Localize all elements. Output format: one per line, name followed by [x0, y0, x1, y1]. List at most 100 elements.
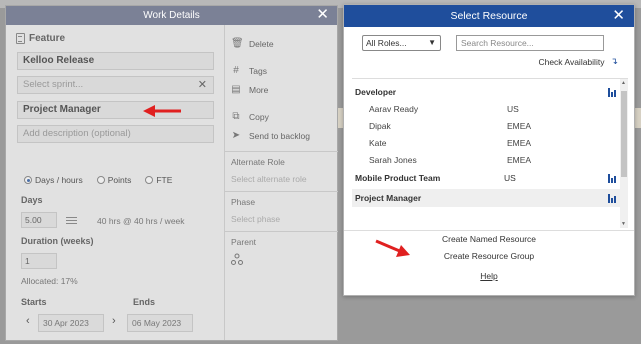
scrollbar[interactable]: ▲ ▼ — [620, 79, 628, 228]
phase-label: Phase — [231, 197, 256, 207]
clear-icon[interactable]: ✕ — [198, 77, 207, 93]
help-link[interactable]: Help — [344, 271, 634, 281]
more-action[interactable]: ▤ More — [231, 84, 268, 95]
roles-filter-select[interactable]: All Roles... ▼ — [362, 35, 441, 51]
list-item[interactable]: Developer — [352, 83, 620, 101]
work-details-title: Work Details — [143, 10, 200, 21]
hours-text: 40 hrs @ 40 hrs / week — [97, 216, 185, 226]
bar-chart-icon[interactable] — [608, 88, 616, 97]
trash-icon: 🗑 — [231, 38, 244, 49]
work-name-field[interactable]: Kelloo Release — [17, 52, 214, 70]
radio-dot-selected — [24, 176, 32, 184]
sprint-select[interactable]: Select sprint... ✕ — [17, 76, 214, 94]
send-icon: ➤ — [231, 130, 241, 141]
radio-dot — [145, 176, 154, 184]
resource-name: Project Manager — [355, 193, 422, 203]
resource-name: Dipak — [369, 121, 391, 131]
description-field[interactable]: Add description (optional) — [17, 125, 214, 143]
tags-label: Tags — [249, 65, 267, 76]
delete-action[interactable]: 🗑 Delete — [231, 38, 274, 49]
divider — [225, 231, 338, 232]
delete-label: Delete — [249, 38, 274, 49]
radio-label: Days / hours — [35, 175, 83, 185]
close-icon[interactable]: ✕ — [612, 5, 625, 27]
list-item[interactable]: Sarah Jones EMEA — [352, 151, 620, 169]
check-availability-label: Check Availability — [538, 56, 605, 67]
scroll-up-icon[interactable]: ▲ — [621, 80, 626, 86]
alternate-role-label: Alternate Role — [231, 157, 285, 167]
allocated-text: Allocated: 17% — [21, 276, 78, 286]
parent-label: Parent — [231, 237, 257, 247]
work-details-main: Feature Kelloo Release Select sprint... … — [6, 25, 224, 340]
copy-label: Copy — [249, 111, 269, 122]
more-label: More — [249, 84, 269, 95]
annotation-arrow-right — [375, 239, 410, 257]
end-date-field[interactable]: 06 May 2023 — [127, 314, 193, 332]
radio-points[interactable]: Points — [96, 175, 132, 185]
radio-fte[interactable]: FTE — [145, 175, 172, 185]
chevron-down-icon: ▼ — [428, 38, 436, 47]
chevron-left-icon[interactable]: ‹ — [26, 315, 30, 327]
role-field[interactable]: Project Manager — [17, 101, 214, 119]
duration-label: Duration (weeks) — [21, 236, 94, 246]
resource-name: Sarah Jones — [369, 155, 417, 165]
radio-days-hours[interactable]: Days / hours — [24, 175, 83, 185]
resource-location: EMEA — [507, 138, 532, 148]
tags-action[interactable]: # Tags — [231, 65, 267, 76]
sliders-icon[interactable] — [66, 215, 77, 224]
annotation-arrow-left — [143, 105, 181, 117]
divider — [225, 191, 338, 192]
list-item[interactable]: Mobile Product Team US — [352, 169, 620, 187]
resource-name: Kate — [369, 138, 387, 148]
send-to-backlog-label: Send to backlog — [249, 130, 310, 141]
check-availability-button[interactable]: Check Availability ↴ — [538, 56, 618, 67]
more-icon: ▤ — [231, 84, 241, 95]
radio-label: FTE — [156, 175, 173, 185]
list-item[interactable]: Project Manager — [352, 189, 620, 207]
divider — [344, 230, 634, 231]
resource-location: EMEA — [507, 121, 532, 131]
sprint-placeholder: Select sprint... — [23, 79, 84, 90]
bar-chart-icon[interactable] — [608, 174, 616, 183]
sort-arrow-icon: ↴ — [610, 56, 618, 66]
divider — [225, 151, 338, 152]
resource-name: Aarav Ready — [369, 104, 419, 114]
scroll-down-icon[interactable]: ▼ — [621, 221, 626, 227]
resource-location: EMEA — [507, 155, 532, 165]
days-input[interactable]: 5.00 — [21, 212, 57, 228]
days-label: Days — [21, 195, 43, 205]
ends-label: Ends — [133, 297, 156, 307]
work-details-dialog: Work Details ✕ Feature Kelloo Release Se… — [5, 5, 338, 341]
select-resource-header: Select Resource ✕ — [344, 5, 634, 27]
work-details-actions: 🗑 Delete # Tags ▤ More ⧉ Copy ➤ Send to backl… — [224, 25, 338, 340]
close-icon[interactable]: ✕ — [316, 5, 329, 24]
resource-location: US — [507, 104, 519, 114]
resource-name: Mobile Product Team — [355, 173, 441, 183]
resource-search-input[interactable]: Search Resource... — [456, 35, 604, 51]
resource-name: Developer — [355, 87, 397, 97]
roles-filter-value: All Roles... — [366, 38, 407, 48]
list-item[interactable]: Aarav Ready US — [352, 100, 620, 118]
list-item[interactable]: Kate EMEA — [352, 134, 620, 152]
hash-icon: # — [233, 65, 239, 76]
radio-label: Points — [107, 175, 132, 185]
start-date-field[interactable]: 30 Apr 2023 — [38, 314, 104, 332]
resource-list: Developer Aarav Ready US Dipak EMEA Kate… — [352, 78, 628, 228]
hierarchy-icon[interactable] — [231, 253, 243, 265]
starts-label: Starts — [21, 297, 47, 307]
select-resource-title: Select Resource — [450, 10, 528, 22]
resource-location: US — [504, 173, 516, 183]
alternate-role-select[interactable]: Select alternate role — [231, 174, 307, 184]
phase-select[interactable]: Select phase — [231, 214, 280, 224]
copy-action[interactable]: ⧉ Copy — [231, 111, 269, 122]
feature-heading: Feature — [16, 33, 65, 44]
copy-icon: ⧉ — [232, 111, 240, 122]
duration-input[interactable]: 1 — [21, 253, 57, 269]
send-to-backlog-action[interactable]: ➤ Send to backlog — [231, 130, 310, 141]
bar-chart-icon[interactable] — [608, 194, 616, 203]
document-icon — [16, 33, 25, 44]
chevron-right-icon[interactable]: › — [112, 315, 116, 327]
list-item[interactable]: Dipak EMEA — [352, 117, 620, 135]
scrollbar-thumb[interactable] — [621, 91, 627, 177]
radio-dot — [96, 176, 105, 184]
